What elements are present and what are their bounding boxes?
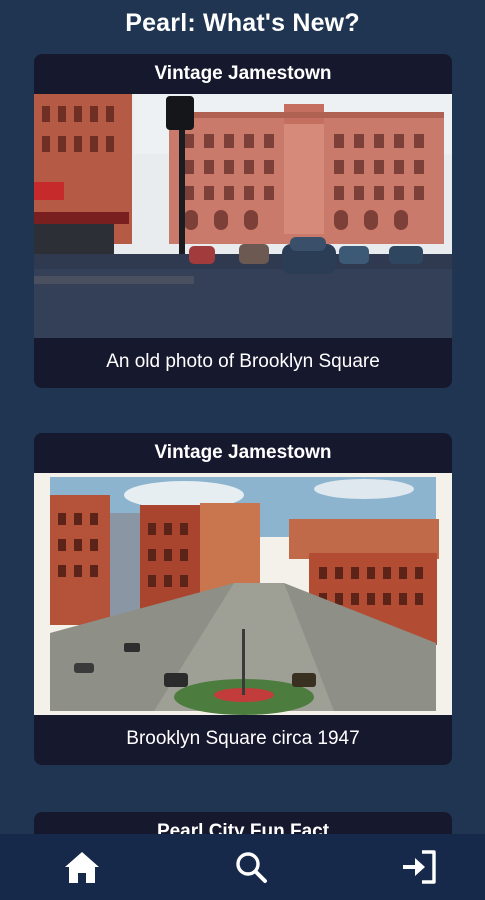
postcard-aerial-view[interactable] <box>34 473 452 715</box>
sign-in-button[interactable] <box>399 847 439 887</box>
card-title: Vintage Jamestown <box>154 442 332 463</box>
card-caption: Brooklyn Square circa 1947 <box>126 728 360 749</box>
home-button[interactable] <box>62 847 102 887</box>
card-caption: An old photo of Brooklyn Square <box>106 351 380 372</box>
sign-in-icon <box>403 850 436 884</box>
home-icon <box>65 852 99 883</box>
page-title: Pearl: What's New? <box>125 9 360 37</box>
news-card[interactable]: Vintage Jamestown <box>34 54 452 388</box>
card-title: Vintage Jamestown <box>154 63 332 84</box>
app-screen: Pearl: What's New? Vintage Jamestown An … <box>0 0 485 900</box>
search-button[interactable] <box>231 847 271 887</box>
bottom-nav <box>0 834 485 900</box>
news-card[interactable]: Vintage Jamestown <box>34 433 452 765</box>
vintage-street-photo[interactable] <box>34 94 452 338</box>
search-icon <box>235 852 267 883</box>
